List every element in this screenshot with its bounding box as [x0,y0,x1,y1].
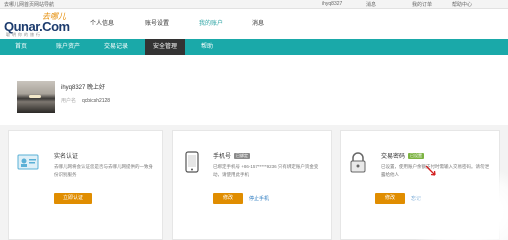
status-badge: 已绑定 [234,153,251,159]
lock-icon [350,152,366,173]
modify-phone-button[interactable]: 修改 [213,193,243,204]
card-title: 实名认证 [54,151,78,160]
main-nav: 首页 账户资产 交易记录 安全管理 帮助 [0,39,508,55]
card-title-text: 交易密码 [381,154,406,160]
avatar-sunset-highlight [29,95,41,98]
modify-password-button[interactable]: 修改 [375,193,405,204]
username-label: 用户名 [61,98,77,104]
avatar[interactable] [17,81,55,113]
card-title: 手机号 已绑定 [213,151,251,160]
site-nav-link[interactable]: 网站导航 [34,1,54,8]
nav-help[interactable]: 帮助 [192,39,222,55]
username-row: 用户名 qcbicsh2128 [61,97,110,104]
card-title-text: 手机号 [213,154,232,160]
id-card-icon [17,154,39,170]
messages-link[interactable]: 消息 [366,1,376,8]
nav-transactions[interactable]: 交易记录 [96,39,136,55]
header-nav-profile[interactable]: 个人信息 [90,18,114,27]
card-description: 已绑定手机号 +86-157*****9236 只有绑定账户资金变动，请使用此手… [213,164,319,177]
nav-security[interactable]: 安全管理 [145,39,185,55]
screen-glare-overlay [410,170,508,240]
user-link[interactable]: ihyq8327 [322,1,342,7]
verify-button[interactable]: 立即认证 [54,193,92,204]
card-phone: 手机号 已绑定 已绑定手机号 +86-157*****9236 只有绑定账户资金变… [172,130,332,240]
status-badge: 已设置 [408,153,425,159]
greeting-text: ihyq8327 晚上好 [61,85,106,91]
header-nav-my-account[interactable]: 我的账户 [199,18,223,27]
top-utility-bar: 去哪儿网首页 网站导航 ihyq8327 消息 我的订单 帮助中心 [0,0,508,9]
nav-home[interactable]: 首页 [6,39,36,55]
stop-phone-link[interactable]: 停止手机 [249,195,269,202]
card-realname: 实名认证 去哪儿网将会认证您是否与去哪儿网提供的一致身份识别服务 立即认证 [8,130,163,240]
home-link[interactable]: 去哪儿网首页 [4,1,34,8]
header-nav-messages[interactable]: 消息 [252,18,264,27]
nav-account-assets[interactable]: 账户资产 [48,39,88,55]
card-title: 交易密码 已设置 [381,151,425,160]
username-value: qcbicsh2128 [82,98,111,104]
card-title-text: 实名认证 [54,154,79,160]
logo-slogan: 聪明你的旅行 [6,32,42,37]
help-center-link[interactable]: 帮助中心 [452,1,472,8]
card-description: 去哪儿网将会认证您是否与去哪儿网提供的一致身份识别服务 [54,164,153,177]
header-nav-account-settings[interactable]: 账号设置 [145,18,169,27]
red-arrow-icon [425,165,436,176]
mobile-phone-icon [185,151,199,173]
orders-link[interactable]: 我的订单 [412,1,432,8]
